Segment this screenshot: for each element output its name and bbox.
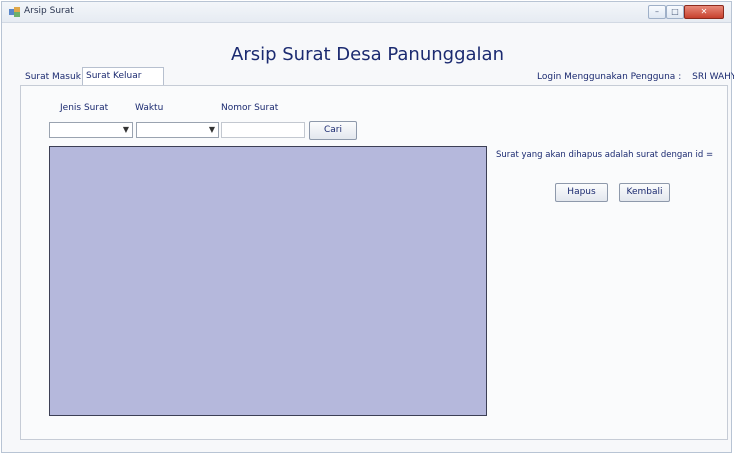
maximize-icon: □: [671, 7, 679, 16]
waktu-dropdown[interactable]: ▼: [136, 122, 219, 138]
chevron-down-icon: ▼: [122, 125, 129, 134]
tab-surat-keluar[interactable]: Surat Keluar: [82, 67, 164, 85]
login-label: Login Menggunakan Pengguna :: [537, 72, 682, 82]
login-info: Login Menggunakan Pengguna : SRI WAHYUNI: [537, 72, 734, 82]
letters-data-grid[interactable]: [49, 146, 487, 416]
jenis-surat-label: Jenis Surat: [60, 103, 109, 113]
delete-message: Surat yang akan dihapus adalah surat den…: [496, 150, 714, 160]
close-icon: ✕: [700, 7, 708, 16]
title-bar[interactable]: Arsip Surat – □ ✕: [2, 2, 731, 23]
close-button[interactable]: ✕: [684, 5, 724, 19]
window-title: Arsip Surat: [24, 6, 74, 16]
nomor-surat-input[interactable]: [221, 122, 305, 138]
login-user: SRI WAHYUNI: [692, 72, 734, 82]
minimize-icon: –: [655, 7, 659, 16]
chevron-down-icon: ▼: [208, 125, 215, 134]
jenis-surat-dropdown[interactable]: ▼: [49, 122, 133, 138]
search-button[interactable]: Cari: [309, 121, 357, 140]
page-title: Arsip Surat Desa Panunggalan: [231, 44, 504, 65]
tab-surat-masuk[interactable]: Surat Masuk: [22, 69, 82, 85]
back-button[interactable]: Kembali: [619, 183, 670, 202]
maximize-button[interactable]: □: [666, 5, 684, 19]
minimize-button[interactable]: –: [648, 5, 666, 19]
delete-button[interactable]: Hapus: [555, 183, 608, 202]
app-icon: [9, 7, 20, 17]
nomor-surat-label: Nomor Surat: [221, 103, 279, 113]
waktu-label: Waktu: [135, 103, 164, 113]
